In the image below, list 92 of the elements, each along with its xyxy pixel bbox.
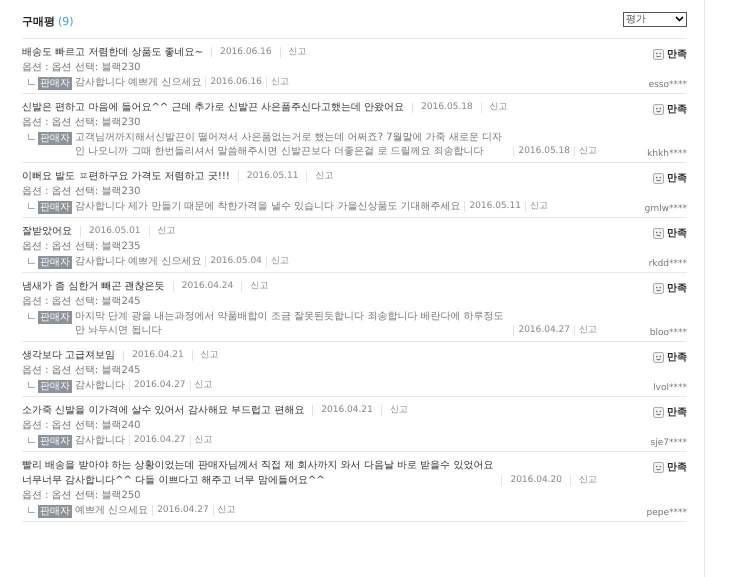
review-date: 2016.05.11 (238, 171, 298, 182)
reply-text: 감사합니다 예쁘게 신으세요 (75, 255, 202, 269)
seller-badge: 판매자 (38, 77, 72, 90)
review-text: 소가죽 신발을 이가격에 살수 있어서 감사해요 부드럽고 편해요 (22, 404, 304, 418)
report-link[interactable]: 신고 (241, 281, 268, 292)
report-link[interactable]: 신고 (192, 350, 219, 361)
reply-text: 감사합니다 예쁘게 신으세요 (75, 76, 202, 90)
reply-date: 2016.04.27 (129, 380, 186, 391)
rating-label: 만족 (667, 406, 687, 419)
smiley-icon (653, 406, 664, 418)
report-link[interactable]: 신고 (570, 475, 597, 486)
review-text: 이뻐요 발도 ㅍ편하구요 가격도 저렴하고 굿!!! (22, 170, 230, 184)
reply-text: 감사합니다 제가 만들기 때문에 착한가격을 낼수 있습니다 가을신상품도 기대해주세요 (75, 200, 460, 214)
reply-date: 2016.05.04 (205, 256, 262, 267)
report-link[interactable]: 신고 (212, 505, 236, 516)
user-id: sje7**** (650, 438, 687, 448)
review-count: (9) (58, 14, 74, 28)
reply-date: 2016.04.27 (129, 435, 186, 446)
report-link[interactable]: 신고 (480, 102, 508, 113)
review-date: 2016.04.21 (312, 405, 373, 416)
seller-badge: 판매자 (38, 201, 72, 214)
report-link[interactable]: 신고 (380, 405, 408, 416)
chevron-icon (675, 16, 684, 22)
report-link[interactable]: 신고 (266, 256, 289, 267)
report-link[interactable]: 신고 (280, 47, 307, 58)
user-id: lvol**** (653, 383, 687, 393)
review-date: 2016.05.18 (412, 102, 473, 113)
review-date: 2016.06.16 (211, 47, 272, 58)
seller-badge: 판매자 (38, 505, 72, 518)
rating-label: 만족 (667, 282, 687, 295)
report-link[interactable]: 신고 (266, 77, 289, 88)
report-link[interactable]: 신고 (190, 435, 213, 446)
rating-select[interactable]: 평가 (623, 12, 687, 26)
user-id: gmlw**** (644, 204, 687, 214)
user-id: rkdd**** (648, 259, 687, 269)
option-text: 옵션 : 옵션 선택: 블랙230 (22, 61, 142, 75)
option-text: 옵션 : 옵션 선택: 블랙240 (22, 419, 142, 433)
seller-badge: 판매자 (38, 380, 72, 393)
reply-text: 감사합니다 (75, 379, 125, 393)
reply-date: 2016.05.11 (464, 201, 521, 212)
report-link[interactable]: 신고 (306, 171, 334, 182)
rating-label: 만족 (667, 103, 687, 116)
seller-badge: 판매자 (38, 132, 72, 145)
smiley-icon (653, 462, 664, 472)
smiley-icon (653, 172, 664, 184)
option-text: 옵션 : 옵션 선택: 블랙230 (22, 116, 142, 130)
report-link[interactable]: 신고 (574, 146, 597, 157)
seller-badge: 판매자 (38, 311, 72, 324)
option-text: 옵션 : 옵션 선택: 블랙235 (22, 240, 142, 254)
review-date: 2016.05.01 (80, 226, 141, 237)
review-text: 신발은 편하고 마음에 들어요^^ 근데 추가로 신발끈 사은품주신다고했는데 안왔어요 (22, 101, 404, 115)
seller-badge: 판매자 (38, 256, 72, 269)
reply-date: 2016.05.18 (513, 146, 570, 157)
rating-label: 만족 (667, 172, 687, 185)
reply-text: 고객님꺼까지해서신발끈이 떨어져서 사은품없는거로 했는데 어쩌죠? 7월말에 가죽 새로운 디자인 나오니까 그때 한번들리셔서 말씀해주시면 신발끈보다 더좋은걸 로 드릴께요 죄송합니다 (75, 131, 504, 159)
rating-label: 만족 (667, 48, 687, 61)
option-text: 옵션 : 옵션 선택: 블랙230 (22, 185, 142, 199)
reply-date: 2016.06.16 (205, 77, 262, 88)
option-text: 옵션 : 옵션 선택: 블랙245 (22, 295, 142, 309)
review-text: 잘받았어요 (22, 225, 72, 239)
review-text: 생각보다 고급져보임 (22, 349, 116, 363)
smiley-icon (653, 282, 664, 294)
rating-label: 만족 (667, 461, 687, 474)
review-date: 2016.04.24 (172, 281, 234, 292)
reply-text: 감사합니다 (75, 434, 125, 448)
option-text: 옵션 : 옵션 선택: 블랙250 (22, 489, 142, 503)
smiley-icon (653, 352, 664, 362)
report-link[interactable]: 신고 (524, 201, 548, 212)
reply-text: 예쁘게 신으세요 (75, 504, 148, 518)
review-date: 2016.04.21 (123, 350, 184, 361)
user-id: khkh**** (647, 149, 687, 159)
review-text: 냄새가 좀 심한거 빼곤 괜찮은듯 (22, 280, 165, 294)
review-date: 2016.04.20 (501, 475, 562, 486)
user-id: pepe**** (646, 508, 687, 518)
report-link[interactable]: 신고 (190, 380, 213, 391)
smiley-icon (653, 104, 664, 114)
reply-text: 마지막 단계 광을 내는과정에서 약품배합이 조금 잘못된듯합니다 죄송합니다 베란다에 하루정도만 놔두시면 됩니다 (75, 310, 505, 338)
user-id: bloo**** (650, 328, 687, 338)
rating-label: 만족 (667, 227, 687, 240)
reply-date: 2016.04.27 (152, 505, 209, 516)
user-id: esso**** (648, 80, 687, 90)
smiley-icon (653, 48, 664, 60)
reply-date: 2016.04.27 (513, 325, 570, 336)
review-text: 빨리 배송을 받아야 하는 상황이었는데 판매자님께서 직접 제 회사까지 와서 다음날 바로 받을수 있었어요 너무너무 감사합니다^^ 다들 이쁘다고 해주고 너무 맘에들어요^^ (22, 459, 494, 488)
option-text: 옵션 : 옵션 선택: 블랙245 (22, 364, 142, 378)
smiley-icon (653, 228, 664, 238)
rating-label: 만족 (667, 351, 687, 364)
seller-badge: 판매자 (38, 435, 72, 448)
report-link[interactable]: 신고 (148, 226, 176, 237)
report-link[interactable]: 신고 (574, 325, 597, 336)
section-title: 구매평 (22, 14, 55, 28)
review-text: 배송도 빠르고 저렴한데 상품도 좋네요~ (22, 46, 204, 60)
